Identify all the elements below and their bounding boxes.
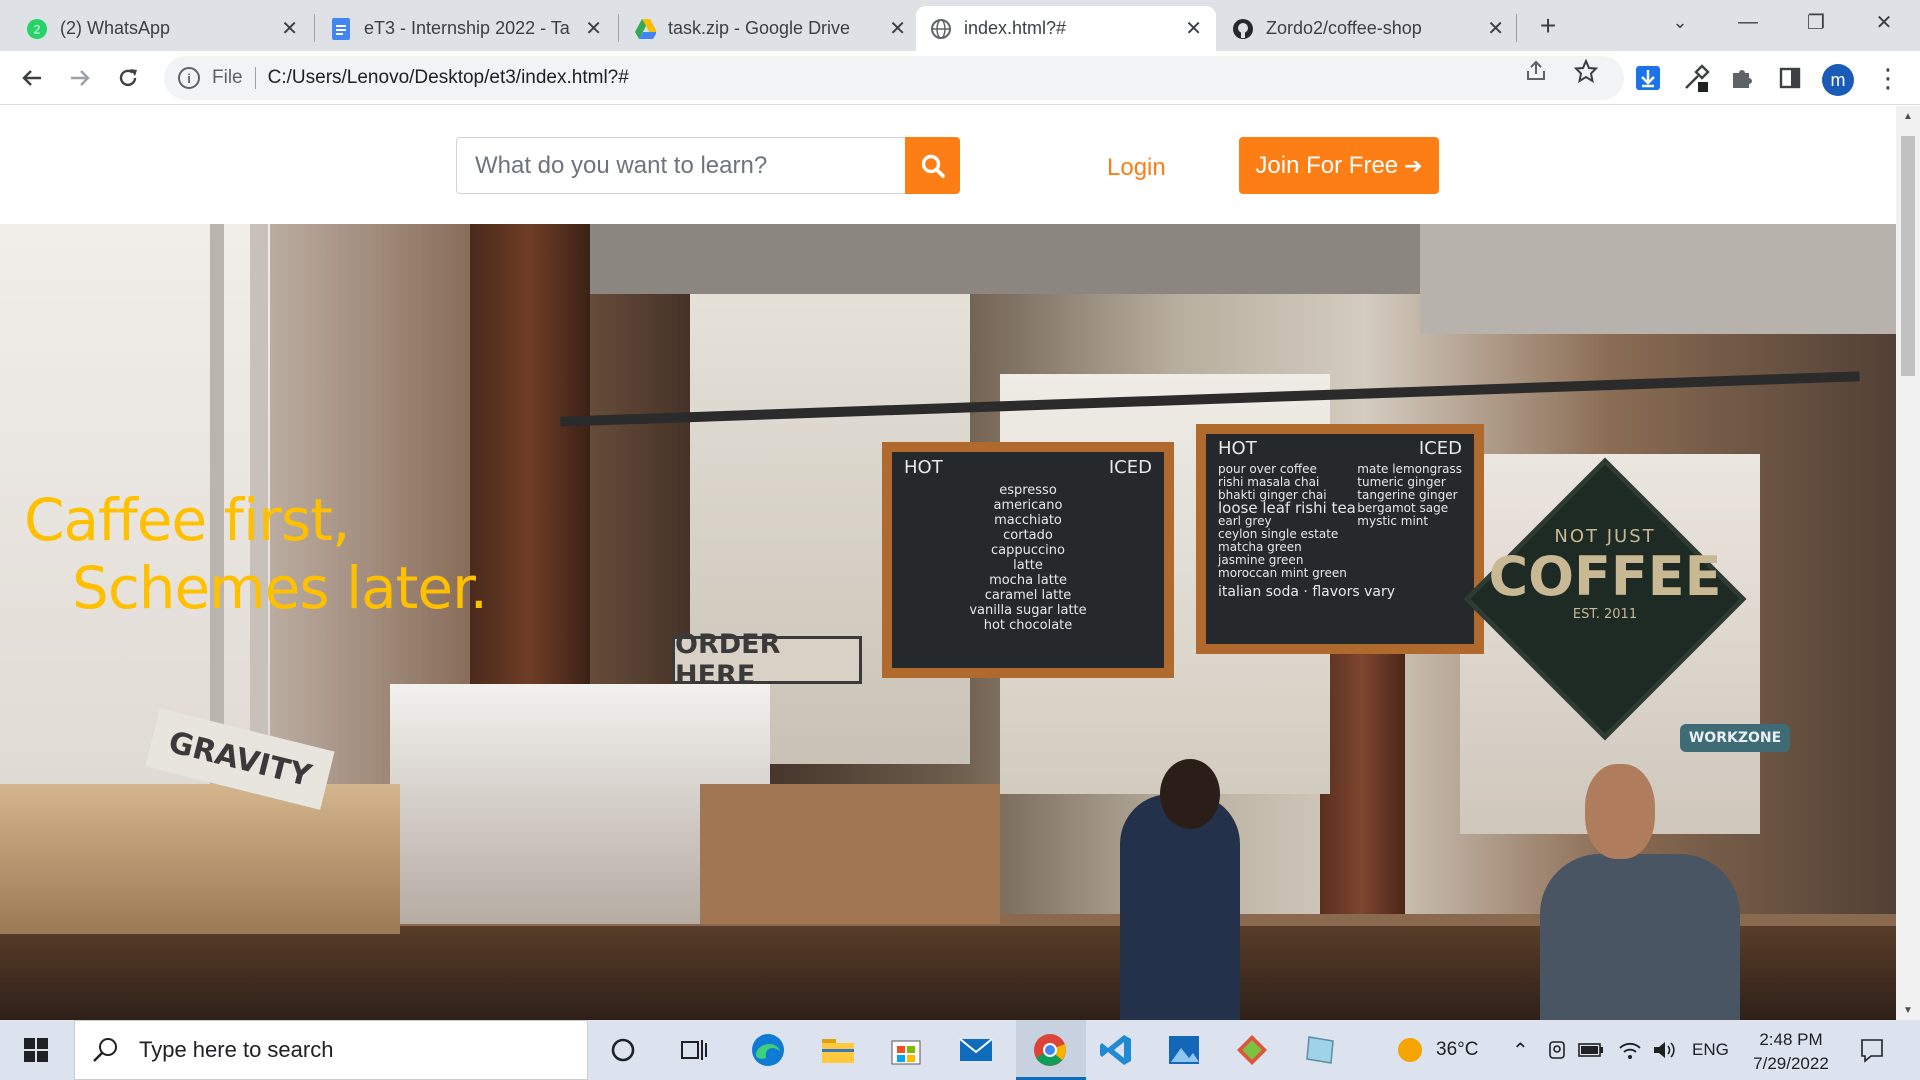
scroll-up-icon[interactable]: ▲	[1896, 106, 1920, 126]
language-indicator[interactable]: ENG	[1692, 1020, 1729, 1080]
arrow-right-icon: ➔	[1404, 152, 1423, 178]
address-scheme: File	[212, 67, 243, 88]
file-explorer-icon[interactable]	[818, 1030, 858, 1070]
close-icon[interactable]: ✕	[889, 16, 906, 41]
close-icon[interactable]: ✕	[585, 16, 602, 41]
clock-date: 7/29/2022	[1753, 1054, 1829, 1073]
edge-icon[interactable]	[748, 1030, 788, 1070]
volume-icon[interactable]	[1652, 1020, 1676, 1080]
system-clock[interactable]: 2:48 PM 7/29/2022	[1736, 1028, 1846, 1076]
tab-title: index.html?#	[964, 18, 1067, 38]
close-icon[interactable]: ✕	[1487, 16, 1504, 41]
browser-tab-bar: 2 (2) WhatsApp ✕ eT3 - Internship 2022 -…	[0, 0, 1920, 51]
tab-title: task.zip - Google Drive	[668, 18, 851, 38]
workzone-sign: WORKZONE	[1680, 724, 1790, 752]
order-here-sign: ORDER HERE	[672, 629, 862, 691]
google-drive-icon	[634, 18, 656, 40]
tab-whatsapp[interactable]: 2 (2) WhatsApp ✕	[12, 6, 312, 51]
taskbar-search-box[interactable]: Type here to search	[74, 1020, 588, 1080]
wifi-icon[interactable]	[1618, 1020, 1642, 1080]
extensions-puzzle-icon[interactable]	[1724, 60, 1760, 96]
tab-github[interactable]: Zordo2/coffee-shop ✕	[1218, 6, 1518, 51]
close-window-icon[interactable]: ✕	[1854, 0, 1914, 44]
search-button[interactable]	[905, 137, 960, 194]
vscode-icon[interactable]	[1096, 1030, 1136, 1070]
close-icon[interactable]: ✕	[281, 16, 298, 41]
github-icon	[1232, 18, 1254, 40]
coffee-sign-text: NOT JUST COFFEE EST. 2011	[1488, 526, 1722, 622]
hero-tagline-line1: Caffee first,	[24, 486, 350, 554]
download-extension-icon[interactable]	[1630, 60, 1666, 96]
course-search-input[interactable]	[456, 137, 906, 194]
notification-center-icon[interactable]	[1852, 1030, 1892, 1070]
scroll-down-icon[interactable]: ▼	[1896, 1000, 1920, 1020]
microsoft-store-icon[interactable]	[886, 1030, 926, 1070]
profile-avatar[interactable]: m	[1822, 64, 1854, 96]
menu-board-right: HOT ICED pour over coffee rishi masala ch…	[1196, 424, 1484, 654]
reload-icon[interactable]	[110, 60, 146, 96]
address-bar[interactable]: i File C:/Users/Lenovo/Desktop/et3/index…	[164, 56, 1624, 100]
page-scrollbar[interactable]: ▲ ▼	[1896, 106, 1920, 1020]
page-viewport: Login Join For Free ➔	[0, 106, 1896, 1020]
tab-title: eT3 - Internship 2022 - Ta	[364, 18, 570, 38]
share-icon[interactable]	[1524, 59, 1548, 89]
eyedropper-extension-icon[interactable]	[1678, 60, 1714, 96]
scrollbar-thumb[interactable]	[1901, 136, 1915, 376]
tab-search-icon[interactable]: ⌄	[1650, 0, 1710, 44]
tab-title: (2) WhatsApp	[60, 18, 171, 38]
globe-icon	[930, 18, 952, 40]
new-tab-button[interactable]: +	[1530, 8, 1566, 44]
browser-toolbar: i File C:/Users/Lenovo/Desktop/et3/index…	[0, 51, 1920, 105]
weather-temp: 36°C	[1436, 1039, 1479, 1060]
clock-time: 2:48 PM	[1759, 1030, 1823, 1049]
git-app-icon[interactable]	[1232, 1030, 1272, 1070]
whatsapp-icon: 2	[26, 18, 48, 40]
tab-title: Zordo2/coffee-shop	[1266, 18, 1422, 38]
battery-icon[interactable]	[1578, 1020, 1604, 1080]
meet-now-icon[interactable]	[1546, 1020, 1568, 1080]
mail-icon[interactable]	[956, 1030, 996, 1070]
cortana-icon[interactable]	[603, 1030, 643, 1070]
sun-icon	[1398, 1038, 1422, 1062]
tab-google-drive[interactable]: task.zip - Google Drive ✕	[620, 6, 920, 51]
show-hidden-icons[interactable]: ⌃	[1512, 1020, 1529, 1080]
minimize-icon[interactable]: —	[1718, 0, 1778, 44]
notes-app-icon[interactable]	[1300, 1030, 1340, 1070]
taskbar-search-placeholder: Type here to search	[139, 1037, 334, 1062]
google-docs-icon	[330, 17, 352, 40]
weather-widget[interactable]: 36°C	[1396, 1020, 1478, 1080]
side-panel-icon[interactable]	[1772, 60, 1808, 96]
hero-tagline-line2: Schemes later.	[72, 554, 488, 622]
forward-icon[interactable]	[62, 60, 98, 96]
back-icon[interactable]	[14, 60, 50, 96]
hero-banner: GRAVITY HOT ICED espresso americano macch…	[0, 224, 1896, 1020]
close-icon[interactable]: ✕	[1185, 16, 1202, 41]
tab-index-html[interactable]: index.html?# ✕	[916, 6, 1216, 51]
more-menu-icon[interactable]: ⋮	[1870, 60, 1906, 96]
search-icon	[921, 154, 945, 178]
windows-taskbar: Type here to search 36°C ⌃ ENG 2:48 PM 7…	[0, 1020, 1920, 1080]
info-icon[interactable]: i	[178, 67, 200, 89]
join-label: Join For Free	[1255, 151, 1399, 179]
photos-icon[interactable]	[1164, 1030, 1204, 1070]
restore-icon[interactable]: ❐	[1786, 0, 1846, 44]
task-view-icon[interactable]	[674, 1030, 714, 1070]
svg-text:2: 2	[34, 22, 41, 36]
tab-internship-doc[interactable]: eT3 - Internship 2022 - Ta ✕	[316, 6, 616, 51]
windows-start-icon[interactable]	[16, 1030, 56, 1070]
bookmark-star-icon[interactable]	[1573, 58, 1599, 89]
join-for-free-button[interactable]: Join For Free ➔	[1239, 137, 1439, 194]
search-icon	[93, 1038, 117, 1062]
site-header: Login Join For Free ➔	[0, 106, 1896, 224]
chrome-icon[interactable]	[1030, 1030, 1070, 1070]
address-url[interactable]: C:/Users/Lenovo/Desktop/et3/index.html?#	[268, 67, 629, 89]
menu-board-left: HOT ICED espresso americano macchiato cor…	[882, 442, 1174, 678]
login-link[interactable]: Login	[1107, 154, 1166, 182]
